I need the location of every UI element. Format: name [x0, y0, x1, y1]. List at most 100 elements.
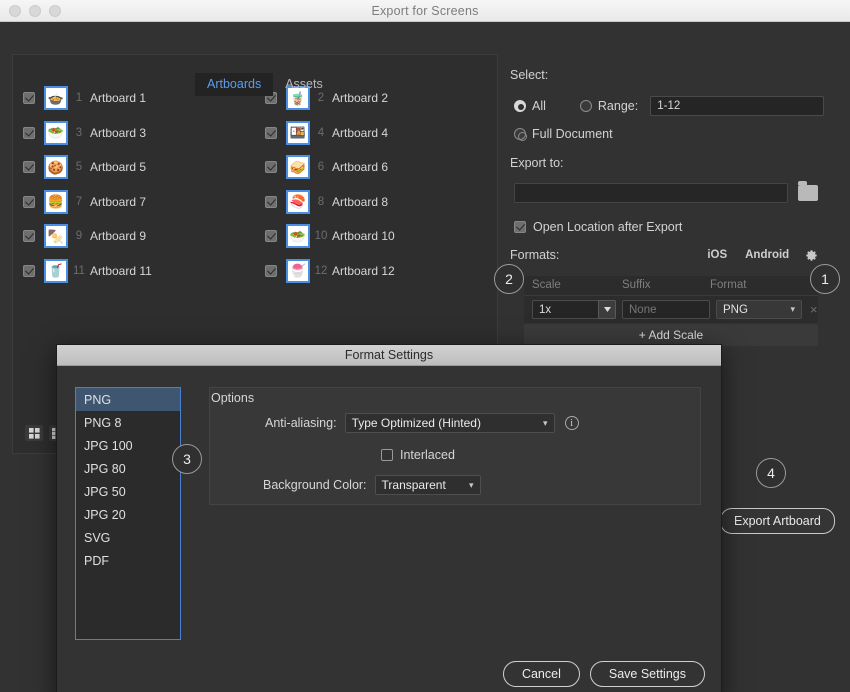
- artboard-row[interactable]: 🥪 6 Artboard 6: [255, 150, 497, 185]
- select-radio-group: All Range:: [514, 96, 825, 116]
- artboard-thumbnail[interactable]: 🍱: [286, 120, 310, 145]
- format-list-item[interactable]: SVG: [76, 526, 180, 549]
- add-scale-button[interactable]: + Add Scale: [524, 324, 818, 346]
- cancel-button[interactable]: Cancel: [502, 661, 580, 687]
- antialiasing-label: Anti-aliasing:: [265, 416, 337, 430]
- artboard-name: Artboard 2: [332, 91, 389, 106]
- artboard-thumbnail[interactable]: 🍪: [44, 155, 68, 180]
- artboard-row[interactable]: 🍢 9 Artboard 9: [13, 219, 255, 254]
- preset-ios[interactable]: iOS: [707, 249, 727, 261]
- artboard-checkbox[interactable]: [23, 264, 35, 277]
- artboard-checkbox[interactable]: [265, 126, 277, 139]
- artboard-list: 🍲 1 Artboard 1 🧋 2 Artboard 2 🥗 3 Artboard 3 🍱 4 Ar…: [13, 81, 497, 288]
- gear-icon[interactable]: [805, 249, 818, 262]
- format-list-item[interactable]: JPG 80: [76, 457, 180, 480]
- scale-value: 1x: [539, 303, 552, 316]
- artboard-checkbox[interactable]: [23, 92, 35, 105]
- formats-table-header: Scale Suffix Format: [524, 276, 818, 296]
- artboard-checkbox[interactable]: [23, 230, 35, 243]
- artboard-thumbnail[interactable]: 🥪: [286, 155, 310, 180]
- artboard-number: 11: [73, 264, 85, 277]
- tab-artboards[interactable]: Artboards: [195, 73, 274, 96]
- info-icon[interactable]: i: [564, 416, 579, 430]
- background-color-row: Background Color: Transparent ▾: [263, 475, 481, 495]
- interlaced-checkbox[interactable]: [381, 449, 393, 461]
- format-list-item[interactable]: JPG 50: [76, 480, 180, 503]
- artboard-checkbox[interactable]: [23, 126, 35, 139]
- format-value: PNG: [723, 303, 748, 316]
- chevron-down-icon[interactable]: [598, 300, 616, 319]
- export-path-input[interactable]: [514, 183, 788, 203]
- window-body: Artboards Assets 🍲 1 Artboard 1 🧋 2 Artboard …: [0, 22, 850, 692]
- format-list[interactable]: PNG PNG 8 JPG 100 JPG 80 JPG 50 JPG 20 SVG PDF: [75, 387, 181, 640]
- artboard-thumbnail[interactable]: 🍔: [44, 189, 68, 214]
- artboard-thumbnail[interactable]: 🥤: [44, 258, 68, 283]
- background-color-select[interactable]: Transparent ▾: [374, 475, 481, 495]
- artboard-checkbox[interactable]: [23, 195, 35, 208]
- format-select[interactable]: PNG ▾: [716, 300, 802, 319]
- artboard-thumbnail[interactable]: 🍲: [44, 86, 68, 111]
- interlaced-row[interactable]: Interlaced: [381, 448, 455, 462]
- artboard-name: Artboard 12: [332, 263, 395, 278]
- antialiasing-select[interactable]: Type Optimized (Hinted) ▾: [344, 413, 555, 433]
- artboard-thumbnail[interactable]: 🥗: [44, 120, 68, 145]
- artboard-name: Artboard 8: [332, 194, 389, 209]
- window-title-bar: Export for Screens: [0, 0, 850, 22]
- artboard-thumbnail[interactable]: 🥗: [286, 224, 310, 249]
- folder-icon[interactable]: [798, 181, 818, 201]
- artboard-number: 1: [75, 92, 83, 105]
- panel-tabs: Artboards Assets: [195, 73, 335, 96]
- artboard-checkbox[interactable]: [265, 161, 277, 174]
- artboard-row[interactable]: 🥤 11 Artboard 11: [13, 254, 255, 289]
- scale-select[interactable]: 1x: [532, 300, 616, 319]
- remove-format-button[interactable]: ×: [810, 302, 818, 317]
- suffix-input[interactable]: None: [622, 300, 710, 319]
- full-document-option[interactable]: Full Document: [514, 127, 613, 141]
- artboard-number: 8: [317, 195, 325, 208]
- format-list-item[interactable]: PNG 8: [76, 411, 180, 434]
- artboard-number: 12: [314, 264, 328, 277]
- artboard-thumbnail[interactable]: 🍢: [44, 224, 68, 249]
- artboard-row[interactable]: 🍔 7 Artboard 7: [13, 185, 255, 220]
- open-location-row[interactable]: Open Location after Export: [514, 220, 682, 234]
- artboard-row[interactable]: 🍱 4 Artboard 4: [255, 116, 497, 151]
- antialiasing-row: Anti-aliasing: Type Optimized (Hinted) ▾…: [265, 413, 579, 433]
- artboard-name: Artboard 4: [332, 125, 389, 140]
- export-path-row: [514, 181, 818, 203]
- save-settings-button[interactable]: Save Settings: [589, 661, 705, 687]
- radio-range[interactable]: [579, 100, 592, 112]
- artboard-row[interactable]: 🍣 8 Artboard 8: [255, 185, 497, 220]
- format-list-item[interactable]: PNG: [76, 388, 180, 411]
- format-settings-dialog: Format Settings PNG PNG 8 JPG 100 JPG 80 JPG…: [56, 344, 722, 692]
- radio-all[interactable]: [514, 100, 526, 112]
- artboard-name: Artboard 1: [90, 91, 147, 106]
- chevron-down-icon: ▾: [790, 304, 795, 314]
- step-badge-2: 2: [494, 264, 524, 294]
- artboard-number: 4: [317, 126, 325, 139]
- artboard-name: Artboard 11: [90, 263, 152, 278]
- artboard-row[interactable]: 🥗 3 Artboard 3: [13, 116, 255, 151]
- artboard-thumbnail[interactable]: 🍧: [286, 258, 310, 283]
- format-list-item[interactable]: JPG 20: [76, 503, 180, 526]
- format-list-item[interactable]: JPG 100: [76, 434, 180, 457]
- range-input[interactable]: [650, 96, 825, 116]
- background-color-label: Background Color:: [263, 478, 367, 492]
- artboard-checkbox[interactable]: [265, 264, 277, 277]
- format-list-item[interactable]: PDF: [76, 549, 180, 572]
- artboard-number: 6: [317, 161, 325, 174]
- artboard-checkbox[interactable]: [265, 230, 277, 243]
- radio-full-document[interactable]: [514, 128, 527, 141]
- export-artboard-button[interactable]: Export Artboard: [720, 508, 835, 534]
- artboard-row[interactable]: 🍧 12 Artboard 12: [255, 254, 497, 289]
- tab-assets[interactable]: Assets: [273, 73, 335, 96]
- artboard-checkbox[interactable]: [265, 195, 277, 208]
- artboard-row[interactable]: 🍪 5 Artboard 5: [13, 150, 255, 185]
- artboard-checkbox[interactable]: [23, 161, 35, 174]
- open-location-checkbox[interactable]: [514, 221, 526, 233]
- grid-view-icon[interactable]: [25, 425, 43, 441]
- artboard-number: 10: [314, 230, 328, 243]
- artboard-row[interactable]: 🥗 10 Artboard 10: [255, 219, 497, 254]
- artboard-thumbnail[interactable]: 🍣: [286, 189, 310, 214]
- preset-android[interactable]: Android: [745, 249, 789, 261]
- dialog-button-bar: Cancel Save Settings: [502, 661, 705, 687]
